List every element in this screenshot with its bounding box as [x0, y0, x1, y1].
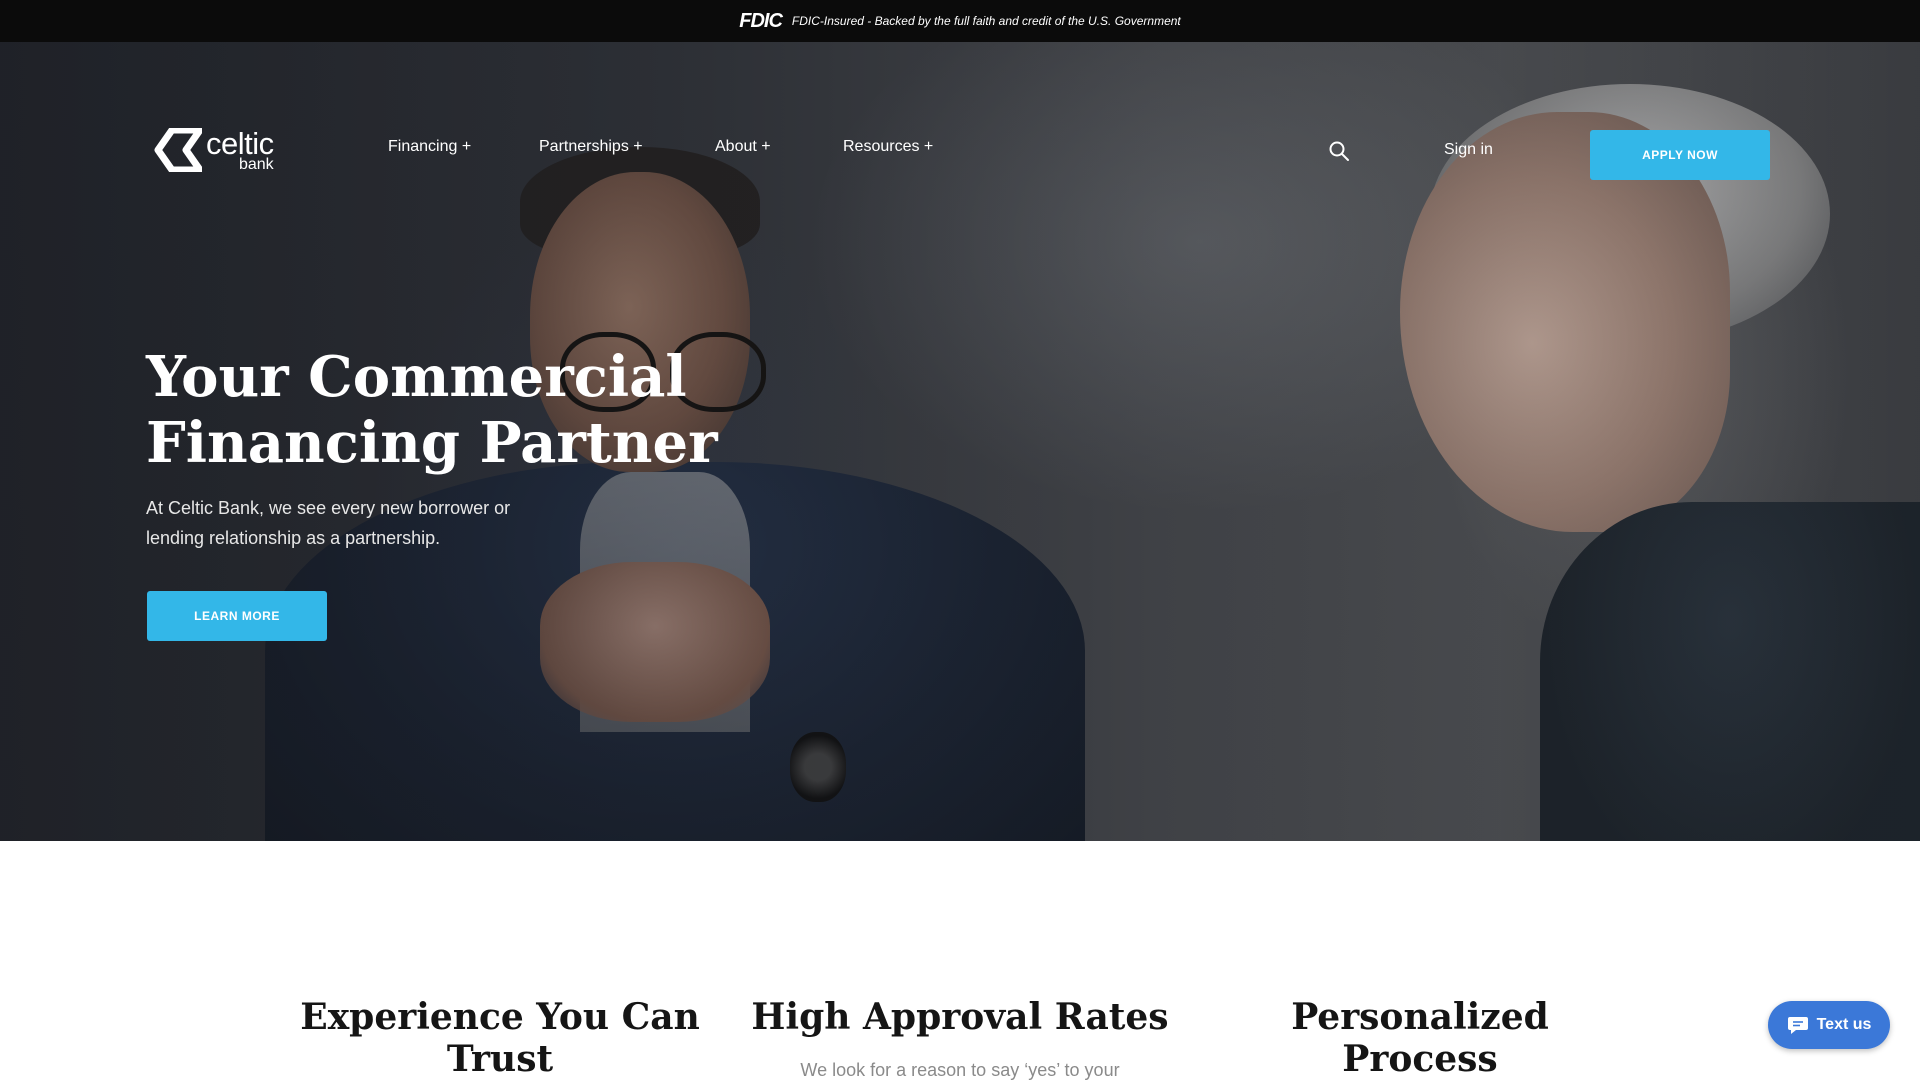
fdic-statement: FDIC-Insured - Backed by the full faith … [791, 14, 1181, 28]
hero-title: Your Commercial Financing Partner [146, 344, 866, 476]
nav-about[interactable]: About + [715, 138, 771, 156]
celtic-bank-logo[interactable]: celtic bank [150, 128, 300, 180]
hero-title-line-1: Your Commercial [146, 344, 687, 410]
feature-title-personalized-line-1: Personalized [1291, 996, 1549, 1038]
fdic-banner: FDIC FDIC-Insured - Backed by the full f… [0, 0, 1920, 42]
feature-title-approval-line-1: High Approval Rates [751, 996, 1169, 1038]
hero-title-line-2: Financing Partner [146, 410, 718, 476]
fdic-logo: FDIC [739, 9, 783, 32]
chat-bubble-icon [1787, 1017, 1808, 1034]
logo-wordmark: celtic bank [206, 128, 274, 173]
celtic-logo-mark-icon [154, 128, 202, 172]
feature-title-personalized-line-2: Process [1342, 1038, 1498, 1080]
nav-partnerships[interactable]: Partnerships + [539, 138, 643, 156]
sign-in-link[interactable]: Sign in [1444, 141, 1493, 159]
hero-description: At Celtic Bank, we see every new borrowe… [146, 493, 586, 553]
feature-title-experience-line-2: Trust [446, 1038, 554, 1080]
hero-desc-line-1: At Celtic Bank, we see every new borrowe… [146, 498, 511, 518]
text-us-button[interactable]: Text us [1768, 1001, 1890, 1049]
search-icon[interactable] [1328, 140, 1350, 162]
learn-more-button[interactable]: LEARN MORE [147, 591, 327, 641]
feature-text-approval: We look for a reason to say ‘yes’ to you… [800, 1060, 1120, 1080]
feature-title-experience: Experience You Can Trust [300, 996, 700, 1080]
nav-resources[interactable]: Resources + [843, 138, 933, 156]
apply-now-button[interactable]: APPLY NOW [1590, 130, 1770, 180]
feature-title-approval: High Approval Rates [740, 996, 1180, 1038]
nav-financing[interactable]: Financing + [388, 138, 471, 156]
feature-title-personalized: Personalized Process [1220, 996, 1620, 1080]
logo-text-celtic: celtic [206, 126, 274, 161]
feature-title-experience-line-1: Experience You Can [300, 996, 700, 1038]
hero-desc-line-2: lending relationship as a partnership. [146, 528, 441, 548]
text-us-label: Text us [1816, 1016, 1872, 1033]
